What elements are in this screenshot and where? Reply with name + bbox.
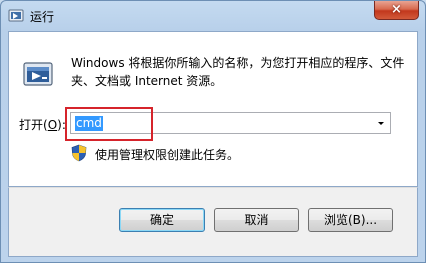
run-icon-small [8,9,24,22]
command-input-value[interactable]: cmd [75,116,103,131]
title-bar[interactable]: 运行 × [1,1,425,31]
open-label-end: ): [57,118,66,132]
command-input[interactable]: cmd [70,112,391,134]
close-icon: × [391,2,402,17]
cancel-button[interactable]: 取消 [214,208,299,232]
open-label: 打开(O): [19,116,66,133]
open-label-accelerator: O [47,118,58,132]
uac-shield-icon [71,144,87,162]
ok-button[interactable]: 确定 [119,208,205,232]
open-label-text: 打开( [19,118,48,132]
admin-note: 使用管理权限创建此任务。 [95,148,240,162]
dropdown-arrow-icon[interactable] [375,117,387,129]
run-dialog: 运行 × Windows 将根据你所输入的名称，为您打开相应的程序、文件夹、文档… [0,0,426,263]
window-title: 运行 [30,10,55,24]
browse-button[interactable]: 浏览(B)... [308,208,393,232]
dialog-description: Windows 将根据你所输入的名称，为您打开相应的程序、文件夹、文档或 Int… [71,56,405,88]
button-bar: 确定 取消 浏览(B)... [8,187,418,257]
run-program-icon [23,62,53,86]
close-button[interactable]: × [374,1,419,20]
dialog-body: Windows 将根据你所输入的名称，为您打开相应的程序、文件夹、文档或 Int… [8,31,418,187]
